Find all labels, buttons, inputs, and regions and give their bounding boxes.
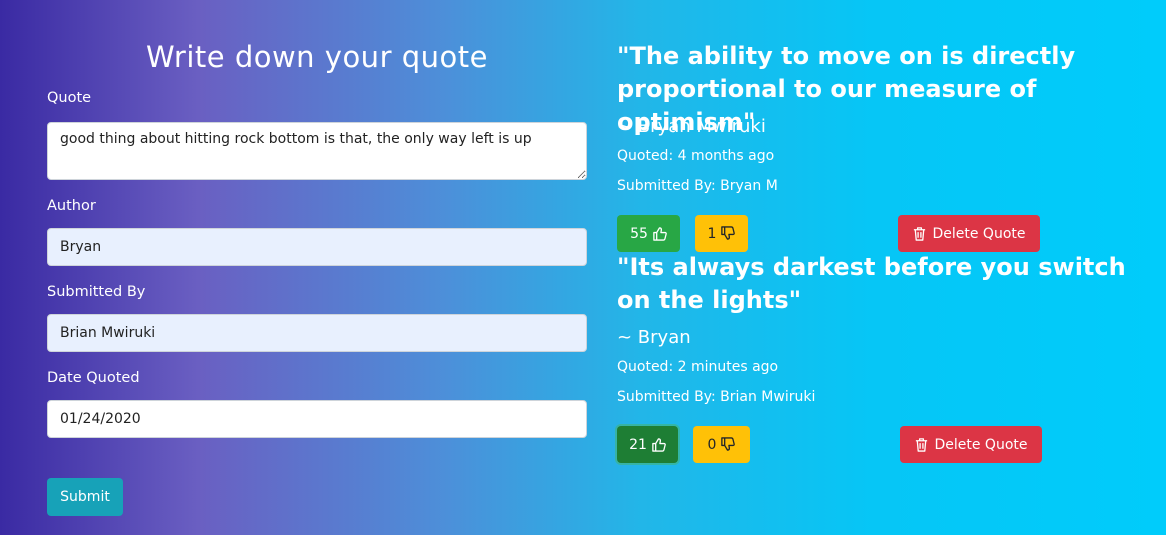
upvote-count: 21: [629, 436, 647, 453]
date-quoted-input[interactable]: [47, 400, 587, 438]
thumbs-down-icon: [721, 226, 736, 240]
quote-label: Quote: [47, 90, 92, 106]
thumbs-down-icon: [721, 437, 736, 451]
submitted-by-input[interactable]: [47, 314, 587, 352]
delete-label: Delete Quote: [932, 225, 1026, 242]
delete-label: Delete Quote: [934, 436, 1028, 453]
quote-submitter: Submitted By: Brian Mwiruki: [617, 389, 816, 405]
author-input[interactable]: [47, 228, 587, 266]
delete-quote-button[interactable]: Delete Quote: [898, 215, 1040, 252]
quote-date: Quoted: 4 months ago: [617, 148, 775, 164]
upvote-button[interactable]: 21: [617, 426, 678, 463]
trash-icon: [916, 438, 928, 452]
quote-textarea[interactable]: good thing about hitting rock bottom is …: [47, 122, 587, 180]
quote-date: Quoted: 2 minutes ago: [617, 359, 779, 375]
downvote-button[interactable]: 1: [695, 215, 748, 252]
quote-card: "Its always darkest before you switch on…: [617, 251, 1157, 317]
upvote-button[interactable]: 55: [617, 215, 680, 252]
quote-author: ~ Bryan Mwiruki: [617, 116, 766, 137]
form-title: Write down your quote: [146, 40, 488, 74]
delete-quote-button[interactable]: Delete Quote: [900, 426, 1042, 463]
author-label: Author: [47, 198, 96, 214]
quote-author: ~ Bryan: [617, 327, 691, 348]
downvote-count: 0: [707, 436, 717, 453]
thumbs-up-icon: [653, 227, 667, 241]
thumbs-up-icon: [652, 438, 666, 452]
quote-submitter: Submitted By: Bryan M: [617, 178, 778, 194]
downvote-count: 1: [707, 225, 717, 242]
quote-text: "Its always darkest before you switch on…: [617, 253, 1126, 314]
date-quoted-label: Date Quoted: [47, 370, 140, 386]
upvote-count: 55: [630, 225, 648, 242]
submit-button[interactable]: Submit: [47, 478, 123, 516]
submitted-by-label: Submitted By: [47, 284, 146, 300]
downvote-button[interactable]: 0: [693, 426, 750, 463]
trash-icon: [914, 227, 926, 241]
